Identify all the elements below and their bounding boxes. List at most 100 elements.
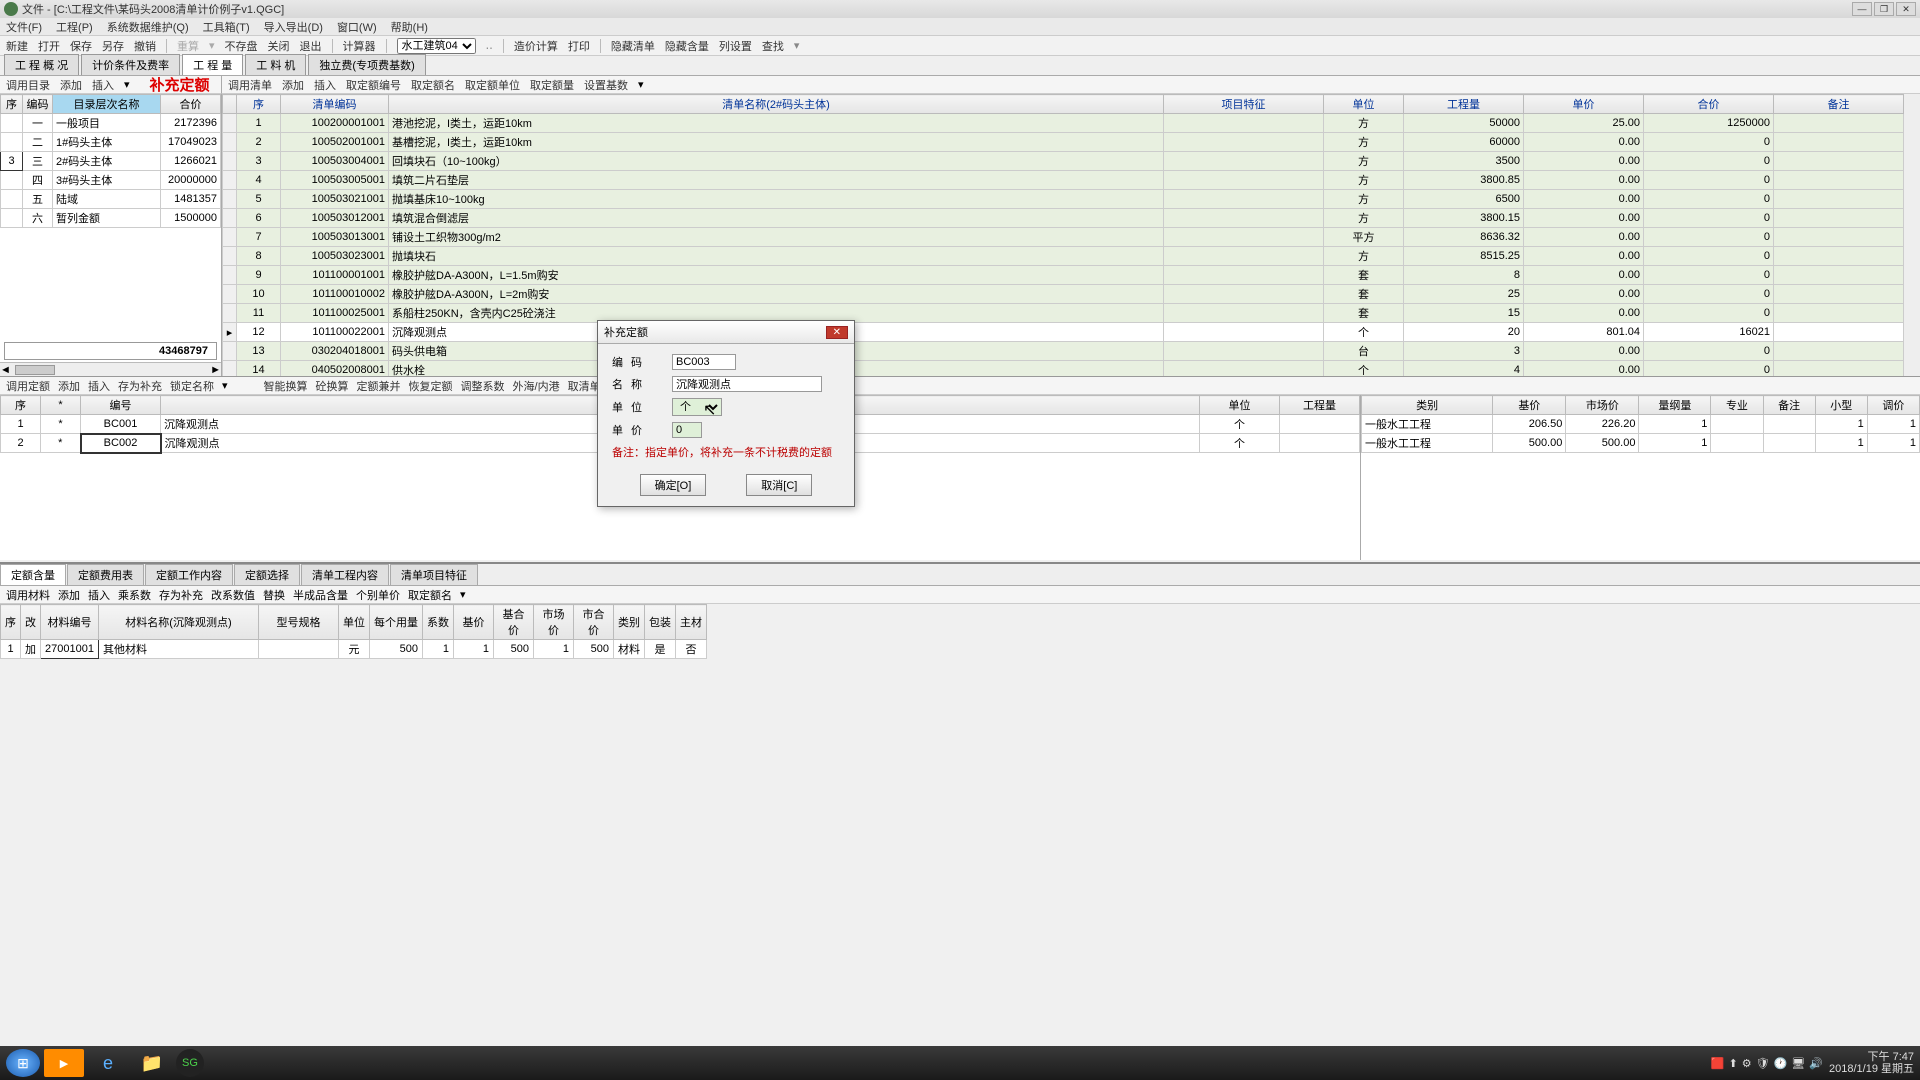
rsub-3[interactable]: 取定额编号 [346, 77, 401, 93]
right-vscroll[interactable] [1904, 94, 1920, 376]
tb-close[interactable]: 关闭 [268, 38, 290, 54]
lsub-insert[interactable]: 插入 [92, 77, 114, 93]
tab-rates[interactable]: 计价条件及费率 [81, 54, 180, 75]
dlg-price-input[interactable] [672, 422, 702, 438]
tb-nosave[interactable]: 不存盘 [225, 38, 258, 54]
dlg-name-input[interactable] [672, 376, 822, 392]
left-row[interactable]: 六暂列金额1500000 [1, 209, 221, 228]
msub-1[interactable]: 添加 [58, 378, 80, 394]
mid-right-row[interactable]: 一般水工工程500.00500.00111 [1362, 434, 1920, 453]
right-grid[interactable]: 序 清单编码 清单名称(2#码头主体) 项目特征 单位 工程量 单价 合价 备注… [222, 94, 1904, 376]
rsub-1[interactable]: 添加 [282, 77, 304, 93]
left-row[interactable]: 3三2#码头主体1266021 [1, 152, 221, 171]
menu-project[interactable]: 工程(P) [56, 19, 93, 35]
right-row[interactable]: 9101100001001橡胶护舷DA-A300N，L=1.5m购安套80.00… [223, 266, 1904, 285]
menu-file[interactable]: 文件(F) [6, 19, 42, 35]
btab-0[interactable]: 定额含量 [0, 564, 66, 585]
right-row[interactable]: 10101100010002橡胶护舷DA-A300N，L=2m购安套250.00… [223, 285, 1904, 304]
msub-10[interactable]: 调整系数 [461, 378, 505, 394]
task-ie[interactable]: e [88, 1049, 128, 1077]
taskbar-clock[interactable]: 下午 7:47 2018/1/19 星期五 [1829, 1051, 1914, 1075]
right-row[interactable]: ▸12101100022001沉降观测点个20801.0416021 [223, 323, 1904, 342]
left-hscroll[interactable]: ◄► [0, 362, 221, 376]
right-row[interactable]: 5100503021001抛填基床10~100kg方65000.000 [223, 190, 1904, 209]
lsub-add[interactable]: 添加 [60, 77, 82, 93]
mid-right-row[interactable]: 一般水工工程206.50226.20111 [1362, 415, 1920, 434]
bsub-8[interactable]: 个别单价 [356, 587, 400, 603]
left-row[interactable]: 五陆域1481357 [1, 190, 221, 209]
right-row[interactable]: 6100503012001填筑混合倒滤层方3800.150.000 [223, 209, 1904, 228]
tb-saveas[interactable]: 另存 [102, 38, 124, 54]
tb-hidecontent[interactable]: 隐藏含量 [665, 38, 709, 54]
tb-recalc[interactable]: 重算 [177, 38, 199, 54]
tray-icon[interactable]: 🕐 [1774, 1057, 1788, 1070]
msub-3[interactable]: 存为补充 [118, 378, 162, 394]
btab-4[interactable]: 清单工程内容 [301, 564, 389, 585]
left-grid[interactable]: 序 编码 目录层次名称 合价 一一般项目2172396二1#码头主体170490… [0, 94, 221, 228]
menu-toolbox[interactable]: 工具箱(T) [203, 19, 250, 35]
left-row[interactable]: 二1#码头主体17049023 [1, 133, 221, 152]
bottom-grid[interactable]: 序 改 材料编号 材料名称(沉降观测点) 型号规格 单位 每个用量 系数 基价 … [0, 604, 707, 659]
tb-new[interactable]: 新建 [6, 38, 28, 54]
rsub-7[interactable]: 设置基数 [584, 77, 628, 93]
tb-undo[interactable]: 撤销 [134, 38, 156, 54]
bsub-2[interactable]: 插入 [88, 587, 110, 603]
tray-icon[interactable]: 🔊 [1809, 1057, 1823, 1070]
dlg-unit-select[interactable]: 个 [672, 398, 722, 416]
tb-save[interactable]: 保存 [70, 38, 92, 54]
btab-3[interactable]: 定额选择 [234, 564, 300, 585]
bsub-1[interactable]: 添加 [58, 587, 80, 603]
bsub-7[interactable]: 半成品含量 [293, 587, 348, 603]
task-explorer[interactable]: 📁 [132, 1049, 172, 1077]
close-button[interactable]: ✕ [1896, 2, 1916, 16]
right-row[interactable]: 7100503013001铺设土工织物300g/m2平方8636.320.000 [223, 228, 1904, 247]
bsub-5[interactable]: 改系数值 [211, 587, 255, 603]
tb-find[interactable]: 查找 [762, 38, 784, 54]
right-row[interactable]: 2100502001001基槽挖泥，I类土，运距10km方600000.000 [223, 133, 1904, 152]
menu-import[interactable]: 导入导出(D) [264, 19, 323, 35]
tb-combo[interactable]: 水工建筑04 [397, 38, 476, 54]
tray-icon[interactable]: ⬆ [1729, 1057, 1738, 1070]
tray-icon[interactable]: ⚙ [1742, 1057, 1752, 1070]
btab-2[interactable]: 定额工作内容 [145, 564, 233, 585]
msub-11[interactable]: 外海/内港 [513, 378, 560, 394]
msub-0[interactable]: 调用定额 [6, 378, 50, 394]
dlg-cancel-button[interactable]: 取消[C] [746, 474, 812, 496]
msub-4[interactable]: 锁定名称 [170, 378, 214, 394]
bsub-4[interactable]: 存为补充 [159, 587, 203, 603]
rsub-0[interactable]: 调用清单 [228, 77, 272, 93]
bsub-9[interactable]: 取定额名 [408, 587, 452, 603]
tab-fees[interactable]: 独立费(专项费基数) [308, 54, 425, 75]
bsub-6[interactable]: 替换 [263, 587, 285, 603]
tb-colset[interactable]: 列设置 [719, 38, 752, 54]
rsub-2[interactable]: 插入 [314, 77, 336, 93]
left-row[interactable]: 一一般项目2172396 [1, 114, 221, 133]
dlg-ok-button[interactable]: 确定[O] [640, 474, 707, 496]
bsub-3[interactable]: 乘系数 [118, 587, 151, 603]
tray-icon[interactable]: 🖥 [1791, 1057, 1805, 1070]
left-row[interactable]: 四3#码头主体20000000 [1, 171, 221, 190]
menu-sysdata[interactable]: 系统数据维护(Q) [107, 19, 189, 35]
msub-6[interactable]: 智能换算 [264, 378, 308, 394]
rsub-5[interactable]: 取定额单位 [465, 77, 520, 93]
menu-window[interactable]: 窗口(W) [337, 19, 377, 35]
msub-9[interactable]: 恢复定额 [409, 378, 453, 394]
tb-pricecalc[interactable]: 造价计算 [514, 38, 558, 54]
rsub-4[interactable]: 取定额名 [411, 77, 455, 93]
tab-quantity[interactable]: 工 程 量 [182, 54, 243, 75]
msub-7[interactable]: 砼换算 [316, 378, 349, 394]
right-row[interactable]: 3100503004001回填块石（10~100kg）方35000.000 [223, 152, 1904, 171]
rsub-6[interactable]: 取定额量 [530, 77, 574, 93]
msub-2[interactable]: 插入 [88, 378, 110, 394]
msub-8[interactable]: 定额兼并 [357, 378, 401, 394]
bsub-0[interactable]: 调用材料 [6, 587, 50, 603]
tb-calculator[interactable]: 计算器 [343, 38, 376, 54]
tab-overview[interactable]: 工 程 概 况 [4, 54, 79, 75]
start-button[interactable]: ⊞ [6, 1049, 40, 1077]
lsub-load[interactable]: 调用目录 [6, 77, 50, 93]
btab-1[interactable]: 定额费用表 [67, 564, 144, 585]
tb-open[interactable]: 打开 [38, 38, 60, 54]
tb-exit[interactable]: 退出 [300, 38, 322, 54]
minimize-button[interactable]: — [1852, 2, 1872, 16]
right-row[interactable]: 11101100025001系船柱250KN，含壳内C25砼浇注套150.000 [223, 304, 1904, 323]
